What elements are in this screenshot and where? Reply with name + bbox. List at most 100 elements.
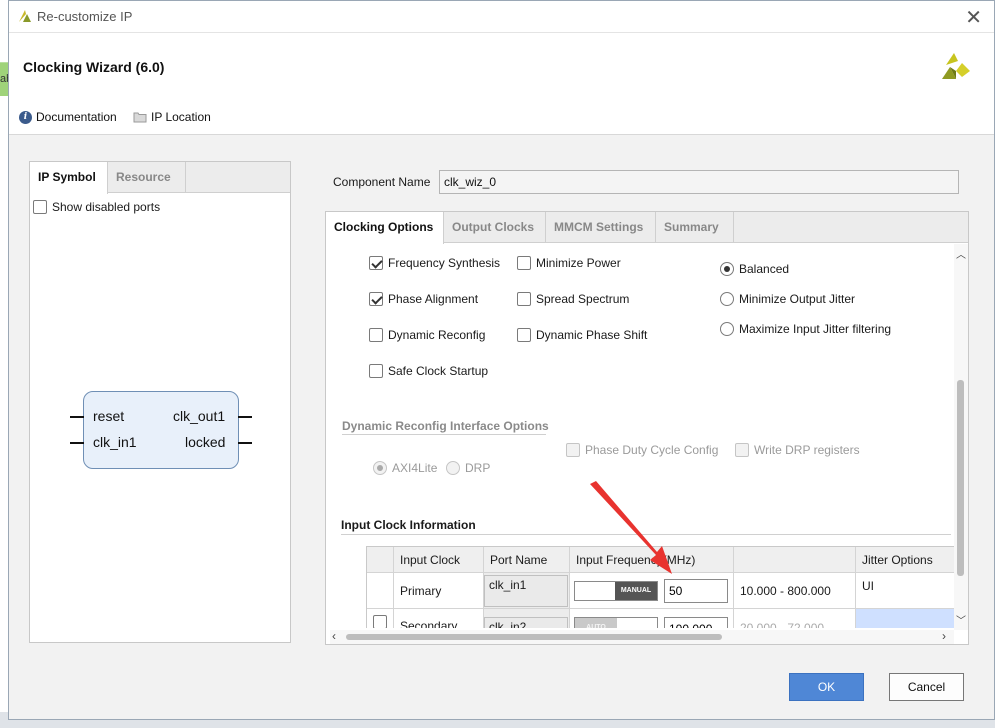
table-header-input-frequency: Input Frequency(MHz) (570, 547, 734, 573)
tab-ip-symbol[interactable]: IP Symbol (30, 162, 108, 194)
dynamic-phase-shift-option[interactable]: Dynamic Phase Shift (517, 328, 647, 342)
background-window-edge: ab (0, 62, 12, 96)
documentation-link[interactable]: i Documentation (19, 110, 117, 124)
frequency-synthesis-label: Frequency Synthesis (388, 256, 501, 270)
safe-clock-startup-checkbox[interactable] (369, 364, 383, 378)
primary-jitter-cell[interactable]: UI (856, 573, 954, 609)
dynamic-phase-shift-checkbox[interactable] (517, 328, 531, 342)
primary-port-cell: clk_in1 (484, 573, 570, 609)
primary-frequency-input[interactable] (664, 578, 728, 603)
phase-duty-cycle-config-checkbox[interactable] (566, 443, 580, 457)
vertical-scroll-thumb[interactable] (957, 380, 964, 576)
options-panel: Clocking Options Output Clocks MMCM Sett… (325, 211, 969, 645)
xilinx-logo-icon (942, 53, 970, 79)
window-title: Re-customize IP (37, 9, 133, 24)
dynamic-reconfig-checkbox[interactable] (369, 328, 383, 342)
axi4lite-label: AXI4Lite (392, 461, 438, 475)
maximize-input-jitter-option[interactable]: Maximize Input Jitter filtering (720, 322, 891, 336)
secondary-input-clock-cell: Secondary (394, 609, 484, 628)
input-clock-table: Input Clock Port Name Input Frequency(MH… (366, 546, 954, 628)
tab-clocking-options[interactable]: Clocking Options (326, 212, 444, 244)
primary-range-cell: 10.000 - 800.000 (734, 573, 856, 609)
table-header-input-clock: Input Clock (394, 547, 484, 573)
table-header-select (367, 547, 394, 573)
minimize-output-jitter-label: Minimize Output Jitter (739, 292, 856, 306)
secondary-port-name[interactable]: clk_in2 (484, 617, 568, 628)
secondary-manual-auto-toggle[interactable]: AUTO (574, 617, 658, 628)
tab-summary[interactable]: Summary (656, 212, 734, 243)
dynamic-reconfig-option[interactable]: Dynamic Reconfig (369, 328, 485, 342)
ip-location-link[interactable]: IP Location (133, 110, 211, 124)
scroll-right-icon[interactable]: › (942, 629, 946, 643)
horizontal-scroll-thumb[interactable] (346, 634, 722, 640)
axi4lite-radio[interactable] (373, 461, 387, 475)
tab-output-clocks[interactable]: Output Clocks (444, 212, 546, 243)
minimize-output-jitter-radio[interactable] (720, 292, 734, 306)
maximize-input-jitter-radio[interactable] (720, 322, 734, 336)
ip-location-label: IP Location (151, 110, 211, 124)
secondary-range-cell: 20.000 - 72.000 (734, 609, 856, 628)
primary-frequency-cell: MANUAL (570, 573, 734, 609)
secondary-frequency-input[interactable] (664, 617, 728, 628)
options-horizontal-scrollbar[interactable]: ‹ › (330, 629, 954, 644)
ok-button[interactable]: OK (789, 673, 864, 701)
component-name-label: Component Name (333, 175, 431, 189)
re-customize-ip-dialog: Re-customize IP ✕ Clocking Wizard (6.0) … (8, 0, 995, 720)
table-header-port-name: Port Name (484, 547, 570, 573)
folder-icon (133, 112, 147, 123)
drp-section-divider (342, 434, 546, 435)
balanced-label: Balanced (739, 262, 790, 276)
frequency-synthesis-option[interactable]: Frequency Synthesis (369, 256, 500, 270)
spread-spectrum-checkbox[interactable] (517, 292, 531, 306)
axi4lite-option[interactable]: AXI4Lite (373, 461, 437, 475)
scroll-down-icon[interactable]: ﹀ (956, 612, 966, 627)
port-clk-out1: clk_out1 (173, 408, 226, 424)
frequency-synthesis-checkbox[interactable] (369, 256, 383, 270)
locked-pin (238, 442, 252, 444)
phase-duty-cycle-config-option[interactable]: Phase Duty Cycle Config (566, 443, 718, 457)
drp-radio[interactable] (446, 461, 460, 475)
wizard-title: Clocking Wizard (6.0) (23, 59, 165, 75)
drp-option[interactable]: DRP (446, 461, 490, 475)
minimize-output-jitter-option[interactable]: Minimize Output Jitter (720, 292, 855, 306)
options-vertical-scrollbar[interactable]: ︿ ﹀ (954, 244, 968, 630)
drp-label: DRP (465, 461, 491, 475)
phase-alignment-checkbox[interactable] (369, 292, 383, 306)
spread-spectrum-option[interactable]: Spread Spectrum (517, 292, 629, 306)
scroll-up-icon[interactable]: ︿ (956, 246, 966, 261)
cancel-button[interactable]: Cancel (889, 673, 964, 701)
close-icon[interactable]: ✕ (965, 5, 982, 30)
secondary-clock-checkbox[interactable] (373, 615, 387, 628)
port-reset: reset (93, 408, 125, 424)
clk-in1-pin (70, 442, 84, 444)
component-name-input[interactable] (439, 170, 959, 194)
primary-mode-label: MANUAL (615, 581, 657, 600)
minimize-power-checkbox[interactable] (517, 256, 531, 270)
clk-out1-pin (238, 416, 252, 418)
show-disabled-ports-checkbox[interactable] (33, 200, 47, 214)
secondary-jitter-cell[interactable] (856, 609, 954, 628)
phase-alignment-option[interactable]: Phase Alignment (369, 292, 478, 306)
ip-symbol-block (83, 391, 239, 469)
minimize-power-option[interactable]: Minimize Power (517, 256, 621, 270)
tab-mmcm-settings[interactable]: MMCM Settings (546, 212, 656, 243)
primary-input-clock-cell: Primary (394, 573, 484, 609)
options-tab-strip: Clocking Options Output Clocks MMCM Sett… (326, 212, 968, 244)
write-drp-registers-label: Write DRP registers (754, 443, 860, 457)
port-clk-in1: clk_in1 (93, 434, 137, 450)
secondary-select-cell (367, 609, 394, 628)
primary-manual-auto-toggle[interactable]: MANUAL (574, 580, 658, 601)
write-drp-registers-checkbox[interactable] (735, 443, 749, 457)
write-drp-registers-option[interactable]: Write DRP registers (735, 443, 860, 457)
maximize-input-jitter-label: Maximize Input Jitter filtering (739, 322, 892, 336)
show-disabled-ports-label: Show disabled ports (52, 200, 161, 214)
show-disabled-ports-option[interactable]: Show disabled ports (33, 200, 160, 214)
balanced-radio[interactable] (720, 262, 734, 276)
port-locked: locked (185, 434, 226, 450)
spread-spectrum-label: Spread Spectrum (536, 292, 630, 306)
primary-port-name[interactable]: clk_in1 (484, 574, 568, 607)
safe-clock-startup-option[interactable]: Safe Clock Startup (369, 364, 488, 378)
scroll-left-icon[interactable]: ‹ (332, 629, 336, 643)
balanced-option[interactable]: Balanced (720, 262, 789, 276)
tab-resource[interactable]: Resource (108, 162, 186, 193)
